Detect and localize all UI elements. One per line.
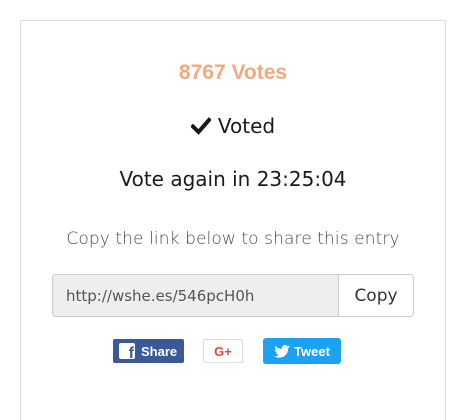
checkmark-icon: [190, 117, 211, 135]
voted-label: Voted: [217, 114, 276, 138]
googleplus-share-button[interactable]: G+: [203, 339, 243, 363]
voted-status: Voted: [21, 114, 445, 138]
vote-again-timer: Vote again in 23:25:04: [119, 167, 347, 191]
copy-button[interactable]: Copy: [338, 274, 414, 317]
share-link-input[interactable]: [52, 274, 338, 317]
share-caption: Copy the link below to share this entry: [66, 229, 400, 249]
twitter-tweet-button[interactable]: Tweet: [263, 338, 341, 364]
twitter-bird-icon: [274, 344, 290, 358]
social-buttons: f Share G+ Tweet: [113, 338, 341, 364]
share-link-group: Copy: [52, 274, 414, 317]
facebook-icon: f: [119, 343, 135, 359]
facebook-share-label: Share: [141, 343, 178, 359]
vote-card: 8767 Votes Voted Vote again in 23:25:04 …: [20, 20, 446, 420]
facebook-share-button[interactable]: f Share: [113, 339, 184, 363]
twitter-tweet-label: Tweet: [294, 343, 330, 359]
vote-count: 8767 Votes: [178, 61, 288, 84]
googleplus-icon: G+: [214, 343, 232, 359]
